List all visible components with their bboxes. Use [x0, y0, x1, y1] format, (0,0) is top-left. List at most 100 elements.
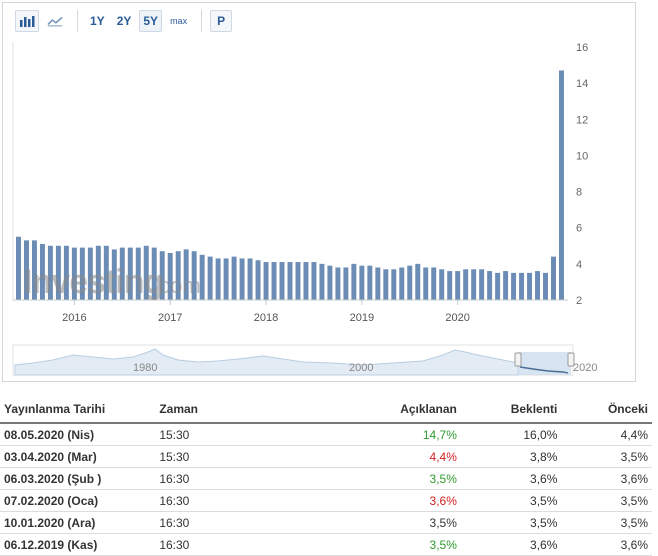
previous-cell: 3,5%: [561, 511, 652, 534]
release-date-cell[interactable]: 08.05.2020 (Nis): [0, 423, 156, 446]
chart-bar[interactable]: [519, 272, 525, 300]
chart-bar[interactable]: [359, 265, 365, 300]
chart-bar[interactable]: [263, 262, 269, 300]
x-tick-label: 2016: [62, 312, 86, 324]
actual-cell: 14,7%: [309, 423, 461, 446]
forecast-cell: 3,6%: [460, 533, 562, 556]
navigator-label: 1980: [133, 362, 157, 374]
chart-bar[interactable]: [271, 262, 277, 300]
chart-bar[interactable]: [479, 269, 485, 300]
forecast-cell: 3,8%: [460, 445, 562, 468]
table-row: 06.03.2020 (Şub ) 16:30 3,5% 3,6% 3,6%: [0, 467, 652, 490]
release-date-cell[interactable]: 10.01.2020 (Ara): [0, 511, 156, 534]
navigator-label: 2000: [349, 362, 373, 374]
chart-bar[interactable]: [16, 236, 21, 300]
chart-bar[interactable]: [463, 269, 469, 300]
col-time[interactable]: Zaman: [155, 396, 310, 424]
col-previous[interactable]: Önceki: [561, 396, 652, 424]
navigator-label: 2020: [573, 362, 597, 374]
previous-cell: 4,4%: [561, 423, 652, 446]
time-cell: 16:30: [155, 533, 310, 556]
watermark-suffix: .com: [153, 273, 201, 298]
col-forecast[interactable]: Beklenti: [460, 396, 562, 424]
chart-bar[interactable]: [535, 271, 541, 300]
chart-bar[interactable]: [543, 272, 548, 300]
chart-bar[interactable]: [399, 267, 405, 300]
chart-bar[interactable]: [423, 267, 429, 300]
x-tick-label: 2020: [445, 312, 469, 324]
chart-bar[interactable]: [247, 258, 253, 300]
chart-bar[interactable]: [551, 256, 556, 300]
releases-table: Yayınlanma Tarihi Zaman Açıklanan Beklen…: [0, 396, 652, 556]
watermark-brand: Investing: [23, 263, 163, 301]
y-tick-label: 16: [576, 42, 588, 54]
chart-bar[interactable]: [375, 267, 381, 300]
previous-cell: 3,6%: [561, 533, 652, 556]
actual-cell: 3,5%: [309, 533, 461, 556]
y-tick-label: 14: [576, 78, 588, 90]
actual-cell: 4,4%: [309, 445, 461, 468]
chart-bar[interactable]: [503, 271, 509, 300]
release-date-cell[interactable]: 06.12.2019 (Kas): [0, 533, 156, 556]
chart-bar[interactable]: [319, 263, 325, 300]
col-release-date[interactable]: Yayınlanma Tarihi: [0, 396, 156, 424]
forecast-cell: 3,5%: [460, 511, 562, 534]
chart-bar[interactable]: [255, 260, 261, 300]
chart-bar[interactable]: [511, 272, 517, 300]
actual-cell: 3,5%: [309, 511, 461, 534]
chart-bar[interactable]: [431, 267, 437, 300]
chart-bar[interactable]: [351, 263, 357, 300]
table-row: 10.01.2020 (Ara) 16:30 3,5% 3,5% 3,5%: [0, 511, 652, 534]
release-date-cell[interactable]: 07.02.2020 (Oca): [0, 489, 156, 512]
chart-bar[interactable]: [287, 262, 293, 300]
y-tick-label: 2: [576, 295, 582, 307]
chart-bar[interactable]: [343, 267, 349, 300]
chart-bar[interactable]: [335, 267, 341, 300]
chart-bar[interactable]: [367, 265, 373, 300]
table-row: 08.05.2020 (Nis) 15:30 14,7% 16,0% 4,4%: [0, 423, 652, 446]
chart-bar[interactable]: [527, 272, 533, 300]
chart-bar[interactable]: [239, 258, 245, 300]
table-row: 03.04.2020 (Mar) 15:30 4,4% 3,8% 3,5%: [0, 445, 652, 468]
chart-bar[interactable]: [447, 271, 453, 300]
table-row: 07.02.2020 (Oca) 16:30 3,6% 3,5% 3,5%: [0, 489, 652, 512]
chart-bar[interactable]: [559, 70, 564, 301]
chart-bar[interactable]: [295, 262, 301, 300]
chart-bar[interactable]: [495, 272, 501, 300]
chart-bar[interactable]: [311, 262, 317, 300]
x-tick-label: 2017: [158, 312, 182, 324]
time-cell: 16:30: [155, 511, 310, 534]
table-body: 08.05.2020 (Nis) 15:30 14,7% 16,0% 4,4% 03.04…: [0, 423, 652, 556]
chart-bar[interactable]: [391, 269, 397, 300]
chart-bar[interactable]: [415, 263, 421, 300]
previous-cell: 3,5%: [561, 445, 652, 468]
x-axis: 2016 2017 2018 2019 2020: [62, 300, 470, 324]
chart-bar[interactable]: [303, 262, 309, 300]
previous-cell: 3,5%: [561, 489, 652, 512]
release-date-cell[interactable]: 06.03.2020 (Şub ): [0, 467, 156, 490]
forecast-cell: 3,6%: [460, 467, 562, 490]
time-cell: 16:30: [155, 467, 310, 490]
chart-bar[interactable]: [407, 265, 413, 300]
chart-bar[interactable]: [207, 256, 213, 300]
time-cell: 15:30: [155, 423, 310, 446]
chart-bar[interactable]: [471, 269, 477, 300]
watermark-logo: Investing .com: [23, 263, 201, 301]
y-tick-label: 8: [576, 187, 582, 199]
chart-bar[interactable]: [327, 265, 333, 300]
chart-bar[interactable]: [223, 258, 229, 300]
release-date-cell[interactable]: 03.04.2020 (Mar): [0, 445, 156, 468]
navigator[interactable]: 1980 2000 2020: [12, 344, 597, 376]
chart-bar[interactable]: [231, 256, 237, 300]
chart-bar[interactable]: [383, 269, 389, 300]
chart-bar[interactable]: [215, 258, 221, 300]
chart-bar[interactable]: [455, 271, 461, 300]
chart-bar[interactable]: [279, 262, 285, 300]
chart-bar[interactable]: [487, 271, 493, 300]
navigator-left-handle[interactable]: [514, 352, 522, 367]
actual-cell: 3,6%: [309, 489, 461, 512]
y-tick-label: 10: [576, 150, 588, 162]
col-actual[interactable]: Açıklanan: [309, 396, 461, 424]
y-tick-label: 12: [576, 114, 588, 126]
chart-bar[interactable]: [439, 269, 445, 300]
